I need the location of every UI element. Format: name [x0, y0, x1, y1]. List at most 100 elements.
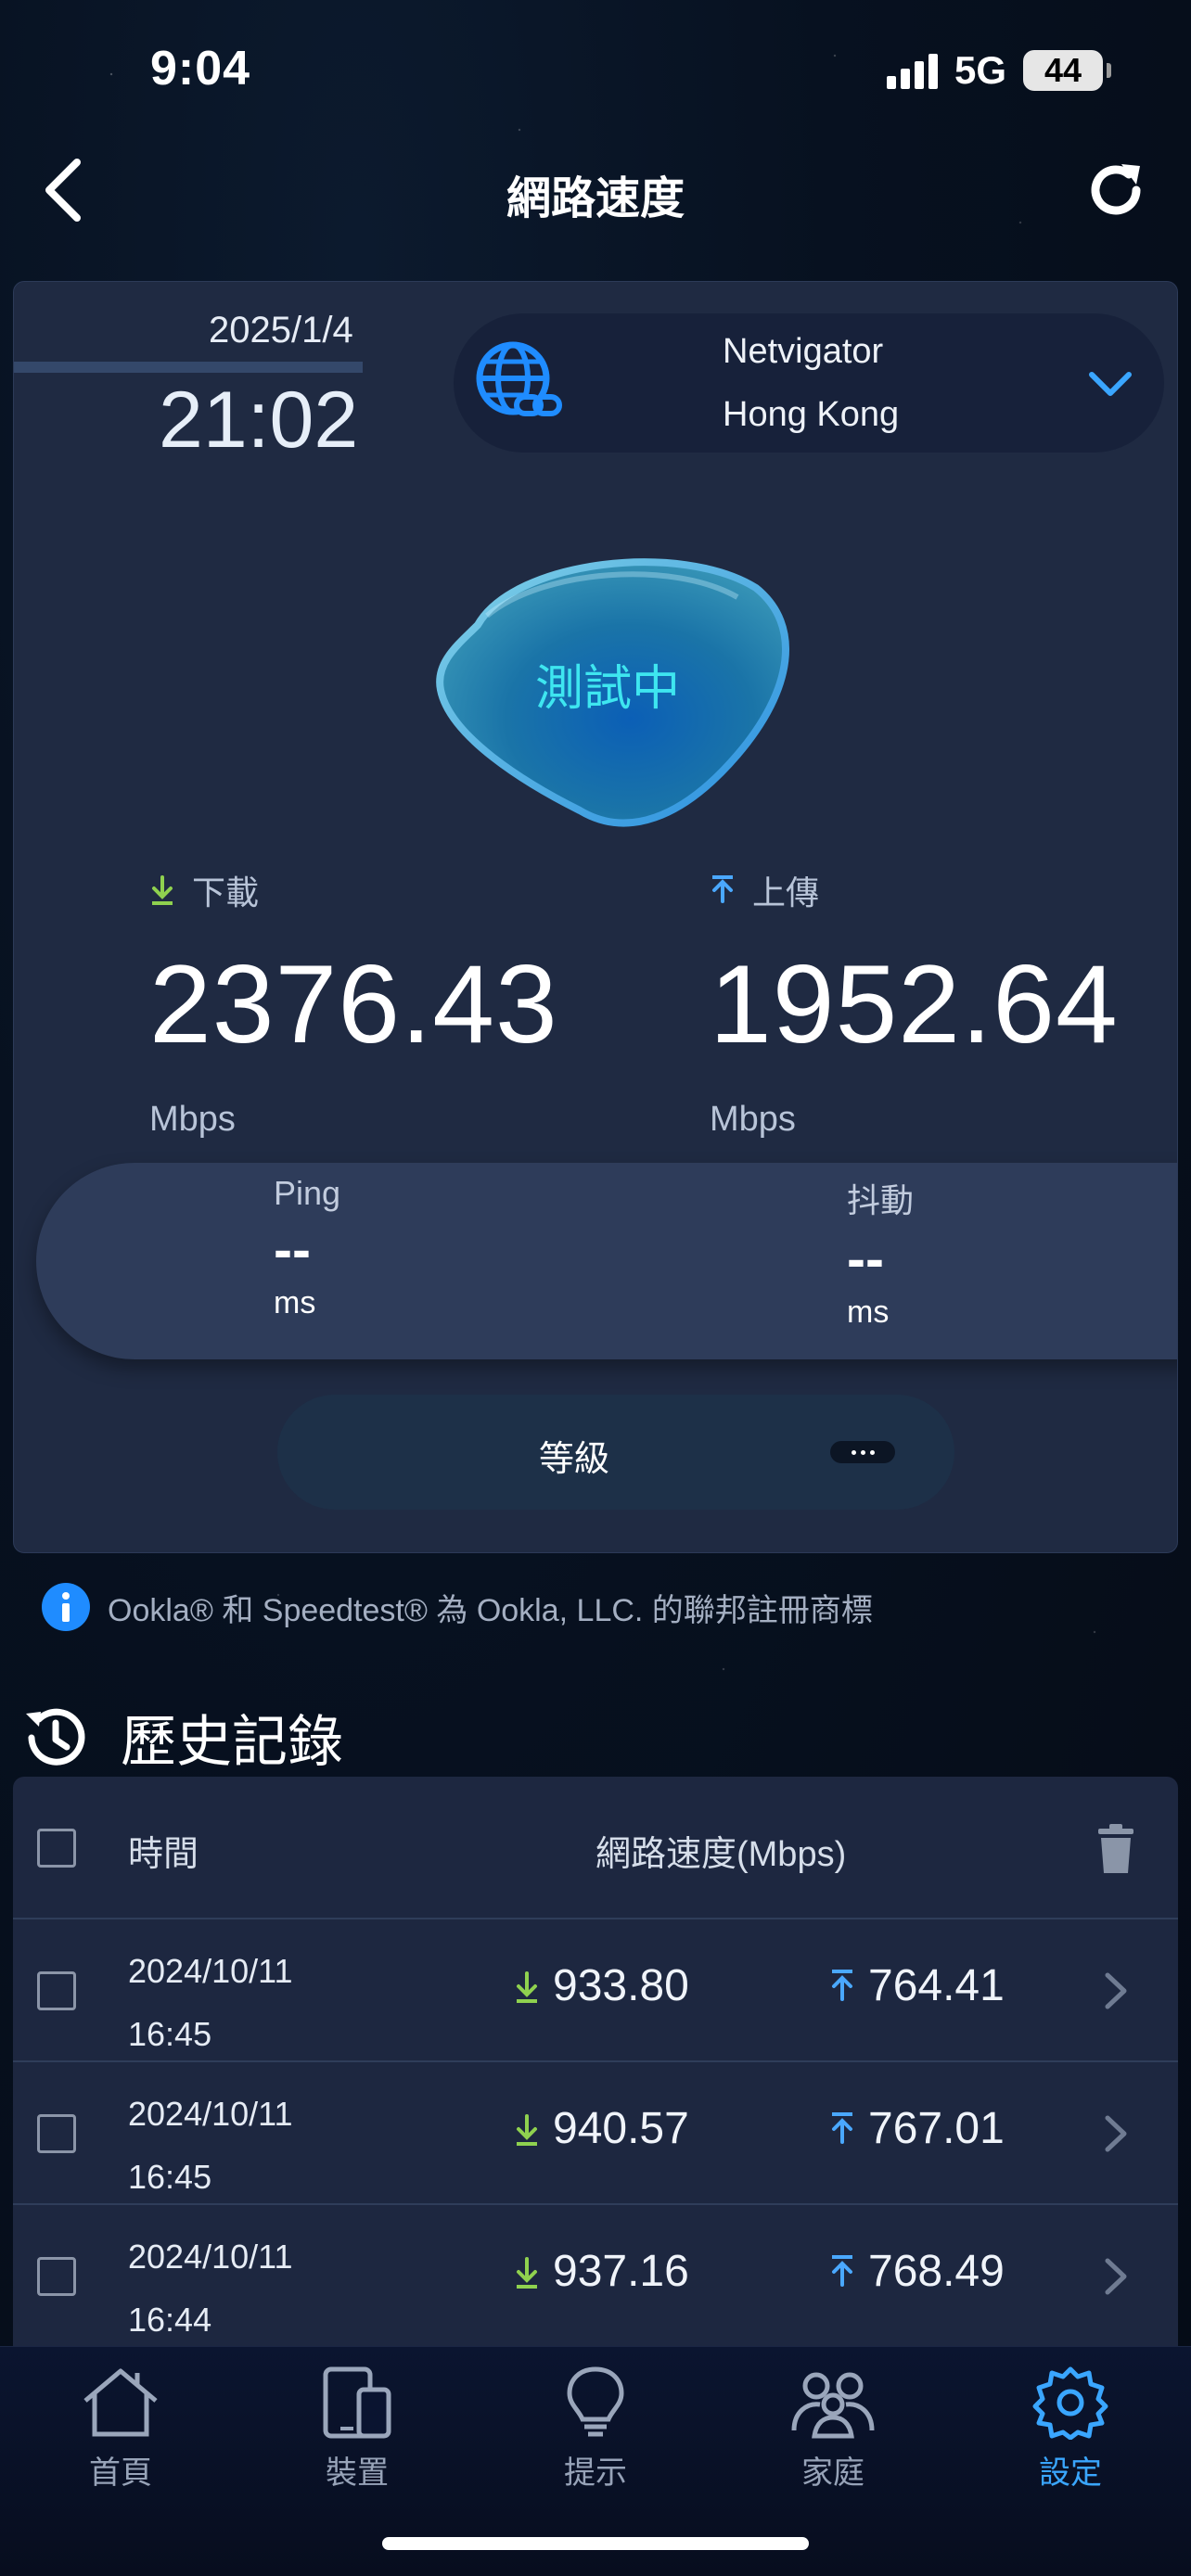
row-download-value: 933.80: [553, 1961, 689, 2010]
header: 網路速度: [0, 139, 1191, 241]
row-datetime: 2024/10/11 16:45: [128, 1940, 293, 2066]
tab-tips[interactable]: 提示: [512, 2366, 679, 2493]
globe-link-icon: [476, 341, 562, 416]
battery-icon: 44: [1023, 50, 1111, 91]
row-date: 2024/10/11: [128, 2238, 293, 2276]
row-time: 16:45: [128, 2158, 212, 2196]
upload-value: 1952.64: [710, 942, 1119, 1066]
tab-settings-label: 設定: [1039, 2455, 1102, 2491]
history-icon: [26, 1708, 85, 1766]
tab-family[interactable]: 家庭: [749, 2366, 916, 2493]
row-upload: 768.49: [829, 2246, 1005, 2297]
download-arrow-icon: [517, 2256, 537, 2289]
server-name: Netvigator: [723, 332, 884, 371]
ping-label: Ping: [274, 1174, 341, 1212]
tab-settings[interactable]: 設定: [987, 2366, 1154, 2493]
test-time: 21:02: [159, 376, 359, 465]
tab-devices-label: 裝置: [326, 2455, 389, 2491]
test-date: 2025/1/4: [209, 310, 353, 351]
more-icon: [830, 1441, 895, 1463]
chevron-right-icon: [1105, 1972, 1127, 2009]
upload-unit: Mbps: [710, 1100, 796, 1139]
history-header: 歷史記錄: [19, 1697, 343, 1778]
history-row[interactable]: 2024/10/11 16:45 933.80 764.41: [13, 1921, 1178, 2062]
history-title: 歷史記錄: [121, 1711, 343, 1773]
speedtest-card: 2025/1/4 21:02 Netvigator Hong Kong 測試中 …: [13, 281, 1178, 1553]
select-all-checkbox[interactable]: [37, 1829, 76, 1868]
chevron-down-icon: [1089, 372, 1132, 396]
row-upload-value: 764.41: [868, 1961, 1005, 2010]
row-checkbox[interactable]: [37, 1971, 76, 2010]
signal-icon: [886, 52, 938, 89]
jitter-group: 抖動 -- ms: [847, 1174, 914, 1331]
row-download: 940.57: [514, 2103, 689, 2154]
info-icon[interactable]: [41, 1582, 91, 1632]
download-unit: Mbps: [149, 1100, 236, 1139]
refresh-button[interactable]: [1074, 148, 1158, 232]
tab-devices[interactable]: 裝置: [274, 2366, 441, 2493]
tab-home-label: 首頁: [89, 2455, 152, 2491]
download-metric: 下載 2376.43 Mbps: [149, 866, 558, 1140]
home-indicator[interactable]: [382, 2537, 809, 2550]
status-indicators: 5G 44: [886, 48, 1111, 93]
row-download-value: 937.16: [553, 2247, 689, 2296]
server-selector[interactable]: Netvigator Hong Kong: [454, 313, 1164, 453]
upload-metric: 上傳 1952.64 Mbps: [710, 866, 1119, 1140]
jitter-unit: ms: [847, 1294, 890, 1330]
row-date: 2024/10/11: [128, 1952, 293, 1990]
download-label-row: 下載: [149, 866, 558, 914]
download-arrow-icon: [517, 1970, 537, 2003]
row-datetime: 2024/10/11 16:44: [128, 2225, 293, 2352]
download-value: 2376.43: [149, 942, 558, 1066]
lightbulb-icon: [567, 2366, 624, 2437]
test-status-label: 測試中: [534, 662, 680, 716]
row-time: 16:44: [128, 2301, 212, 2339]
upload-label-row: 上傳: [710, 866, 1119, 914]
chevron-right-icon: [1105, 2115, 1127, 2152]
ping-group: Ping -- ms: [274, 1174, 340, 1321]
server-location: Hong Kong: [723, 395, 900, 434]
page-title: 網路速度: [506, 174, 685, 223]
download-arrow-icon: [152, 875, 173, 905]
row-checkbox[interactable]: [37, 2114, 76, 2153]
status-time: 9:04: [150, 42, 251, 96]
row-download: 933.80: [514, 1960, 689, 2011]
grade-label: 等級: [539, 1440, 610, 1479]
row-download: 937.16: [514, 2246, 689, 2297]
tab-tips-label: 提示: [564, 2455, 627, 2491]
ping-unit: ms: [274, 1285, 316, 1320]
row-upload: 764.41: [829, 1960, 1005, 2011]
row-upload: 767.01: [829, 2103, 1005, 2154]
row-download-value: 940.57: [553, 2104, 689, 2153]
row-datetime: 2024/10/11 16:45: [128, 2083, 293, 2209]
tab-family-label: 家庭: [801, 2455, 864, 2491]
trademark-notice: Ookla® 和 Speedtest® 為 Ookla, LLC. 的聯邦註冊商…: [41, 1582, 873, 1632]
network-type: 5G: [954, 48, 1006, 92]
history-row[interactable]: 2024/10/11 16:45 940.57 767.01: [13, 2064, 1178, 2205]
upload-arrow-icon: [832, 1969, 852, 2001]
test-status-blob[interactable]: 測試中: [413, 532, 802, 838]
trash-icon[interactable]: [1095, 1823, 1137, 1875]
refresh-icon: [1091, 164, 1141, 215]
history-row[interactable]: 2024/10/11 16:44 937.16 768.49: [13, 2207, 1178, 2348]
ping-value: --: [274, 1218, 311, 1281]
row-checkbox[interactable]: [37, 2257, 76, 2296]
upload-arrow-icon: [832, 2254, 852, 2287]
history-table-header: 時間 網路速度(Mbps): [13, 1777, 1178, 1919]
notice-text: Ookla® 和 Speedtest® 為 Ookla, LLC. 的聯邦註冊商…: [108, 1592, 873, 1628]
upload-arrow-icon: [832, 2111, 852, 2144]
devices-icon: [323, 2366, 391, 2439]
history-table: 時間 網路速度(Mbps) 2024/10/11 16:45 933.80 76…: [13, 1777, 1178, 2352]
jitter-value: --: [847, 1228, 884, 1290]
upload-label: 上傳: [752, 874, 820, 912]
download-label: 下載: [192, 874, 260, 912]
tab-home[interactable]: 首頁: [37, 2366, 204, 2493]
settings-icon: [1032, 2366, 1108, 2440]
date-divider: [14, 362, 363, 373]
latency-panel: Ping -- ms 抖動 -- ms: [36, 1163, 1177, 1359]
row-date: 2024/10/11: [128, 2095, 293, 2133]
column-header-speed: 網路速度(Mbps): [596, 1835, 847, 1874]
download-arrow-icon: [517, 2113, 537, 2146]
grade-button[interactable]: 等級: [277, 1395, 954, 1510]
family-icon: [791, 2372, 875, 2439]
